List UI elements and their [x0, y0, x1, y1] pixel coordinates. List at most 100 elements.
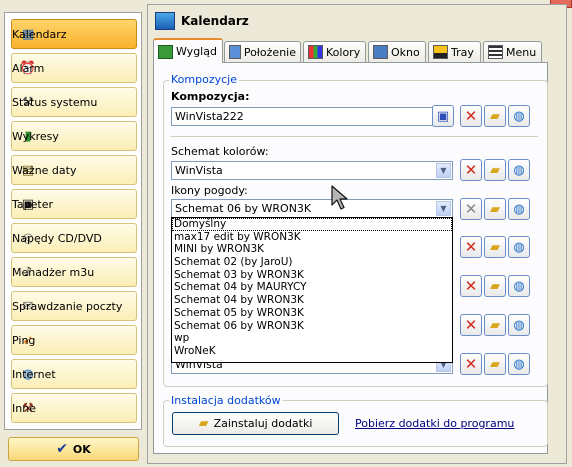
weather-icons-select[interactable]: Schemat 06 by WRON3K ▼	[171, 199, 453, 218]
install-addons-button[interactable]: ▰ Zainstaluj dodatki	[172, 412, 339, 435]
sidebar-item-label: Internet	[12, 367, 56, 381]
ok-button[interactable]: ✔ OK	[8, 437, 139, 461]
window-icon	[373, 45, 388, 59]
delete-button[interactable]: ✕	[460, 275, 482, 297]
tab-wyglad[interactable]: Wygląd	[153, 38, 223, 63]
dropdown-option[interactable]: Schemat 02 (by JaroU)	[172, 256, 452, 269]
group-title: Kompozycje	[169, 73, 239, 86]
dropdown-option[interactable]: Schemat 03 by WRON3K	[172, 269, 452, 282]
install-addons-label: Zainstaluj dodatki	[213, 417, 313, 430]
sidebar-item-tapeter[interactable]: ▣ Tapeter	[11, 189, 137, 219]
delete-button[interactable]: ✕	[460, 159, 482, 181]
mouse-cursor-icon	[331, 185, 348, 210]
tab-menu[interactable]: Menu	[483, 41, 542, 62]
web-button[interactable]: ◍	[508, 275, 530, 297]
sidebar-item-wykresy[interactable]: ▮ Wykresy	[11, 121, 137, 151]
sidebar-item-inne[interactable]: ⚒ Inne	[11, 393, 137, 423]
tab-okno[interactable]: Okno	[368, 41, 426, 62]
sidebar-item-wazne-daty[interactable]: ▤ Ważne daty	[11, 155, 137, 185]
sidebar-item-kalendarz[interactable]: ▦ Kalendarz	[11, 19, 137, 49]
open-folder-button[interactable]: ▰	[484, 314, 506, 336]
close-icon: ✕	[464, 238, 478, 256]
globe-icon: ◍	[513, 317, 525, 333]
sidebar-item-status-systemu[interactable]: ⚒ Status systemu	[11, 87, 137, 117]
composition-value: WinVista222	[175, 110, 244, 123]
sidebar-item-ping[interactable]: ➹ Ping	[11, 325, 137, 355]
sidebar: ▦ Kalendarz ⏰ Alarm ⚒ Status systemu ▮ W…	[4, 12, 142, 430]
tab-label: Tray	[451, 45, 474, 59]
globe-icon: ◍	[513, 239, 525, 255]
web-button[interactable]: ◍	[508, 236, 530, 258]
open-folder-button[interactable]: ▰	[484, 198, 506, 220]
globe-icon: ◍	[513, 201, 525, 217]
composition-select[interactable]: WinVista222 ▼	[171, 107, 453, 126]
delete-button[interactable]: ✕	[460, 236, 482, 258]
dropdown-option[interactable]: Schemat 05 by WRON3K	[172, 307, 452, 320]
sidebar-item-label: Wykresy	[12, 129, 59, 143]
delete-button[interactable]: ✕	[460, 314, 482, 336]
close-icon: ✕	[464, 355, 478, 373]
sidebar-item-menadzer-m3u[interactable]: ♪ Menadżer m3u	[11, 257, 137, 287]
dropdown-option[interactable]: Schemat 06 by WRON3K	[172, 320, 452, 333]
sidebar-item-internet[interactable]: ◍ Internet	[11, 359, 137, 389]
tray-icon	[433, 45, 448, 59]
save-button[interactable]: ▣	[432, 105, 454, 127]
folder-icon: ▰	[490, 278, 500, 294]
folder-icon: ▰	[490, 317, 500, 333]
download-addons-link[interactable]: Pobierz dodatki do programu	[355, 417, 514, 430]
floppy-disk-icon: ▣	[436, 108, 450, 124]
dropdown-option[interactable]: MINI by WRON3K	[172, 243, 452, 256]
open-folder-button[interactable]: ▰	[484, 105, 506, 127]
dropdown-option[interactable]: WroNeK	[172, 345, 452, 358]
color-scheme-select[interactable]: WinVista ▼	[171, 161, 453, 180]
open-folder-button[interactable]: ▰	[484, 353, 506, 375]
sidebar-item-label: Napędy CD/DVD	[12, 231, 102, 245]
globe-icon: ◍	[513, 108, 525, 124]
delete-button[interactable]: ✕	[460, 105, 482, 127]
group-title: Instalacja dodatków	[169, 394, 283, 407]
menu-icon	[488, 45, 503, 59]
dropdown-option[interactable]: Schemat 04 by WRON3K	[172, 294, 452, 307]
sidebar-item-label: Ping	[12, 333, 36, 347]
tab-tray[interactable]: Tray	[428, 41, 481, 62]
tab-polozenie[interactable]: Położenie	[224, 41, 301, 62]
divider	[171, 136, 538, 137]
web-button[interactable]: ◍	[508, 105, 530, 127]
chevron-down-icon[interactable]: ▼	[436, 163, 451, 178]
sidebar-item-alarm[interactable]: ⏰ Alarm	[11, 53, 137, 83]
chevron-down-icon[interactable]: ▼	[436, 201, 451, 216]
open-folder-button[interactable]: ▰	[484, 275, 506, 297]
dropdown-option[interactable]: Schemat 04 by MAURYCY	[172, 281, 452, 294]
open-folder-button[interactable]: ▰	[484, 159, 506, 181]
open-folder-button[interactable]: ▰	[484, 236, 506, 258]
globe-icon: ◍	[513, 356, 525, 372]
close-icon: ✕	[464, 161, 478, 179]
color-scheme-value: WinVista	[175, 164, 223, 177]
delete-button[interactable]: ✕	[460, 198, 482, 220]
web-button[interactable]: ◍	[508, 159, 530, 181]
delete-button[interactable]: ✕	[460, 353, 482, 375]
web-button[interactable]: ◍	[508, 353, 530, 375]
sidebar-item-label: Status systemu	[12, 95, 98, 109]
tab-label: Kolory	[326, 45, 361, 59]
tab-label: Okno	[391, 45, 420, 59]
web-button[interactable]: ◍	[508, 314, 530, 336]
sidebar-item-sprawdzanie-poczty[interactable]: ✉ Sprawdzanie poczty	[11, 291, 137, 321]
globe-icon: ◍	[513, 162, 525, 178]
web-button[interactable]: ◍	[508, 198, 530, 220]
ok-button-label: OK	[72, 442, 91, 456]
panel-title: Kalendarz	[155, 12, 249, 30]
weather-icons-dropdown[interactable]: Domyślny max17 edit by WRON3K MINI by WR…	[171, 217, 453, 363]
dropdown-option[interactable]: wp	[172, 332, 452, 345]
folder-icon: ▰	[490, 356, 500, 372]
folder-icon: ▰	[490, 201, 500, 217]
calendar-icon	[155, 12, 175, 30]
sidebar-item-napedy[interactable]: ◎ Napędy CD/DVD	[11, 223, 137, 253]
sidebar-item-label: Tapeter	[12, 197, 53, 211]
dropdown-option[interactable]: max17 edit by WRON3K	[172, 231, 452, 244]
dropdown-option[interactable]: Domyślny	[172, 218, 452, 231]
sidebar-item-label: Kalendarz	[12, 27, 67, 41]
sidebar-item-label: Menadżer m3u	[12, 265, 95, 279]
tab-kolory[interactable]: Kolory	[303, 41, 366, 62]
close-icon: ✕	[464, 316, 478, 334]
